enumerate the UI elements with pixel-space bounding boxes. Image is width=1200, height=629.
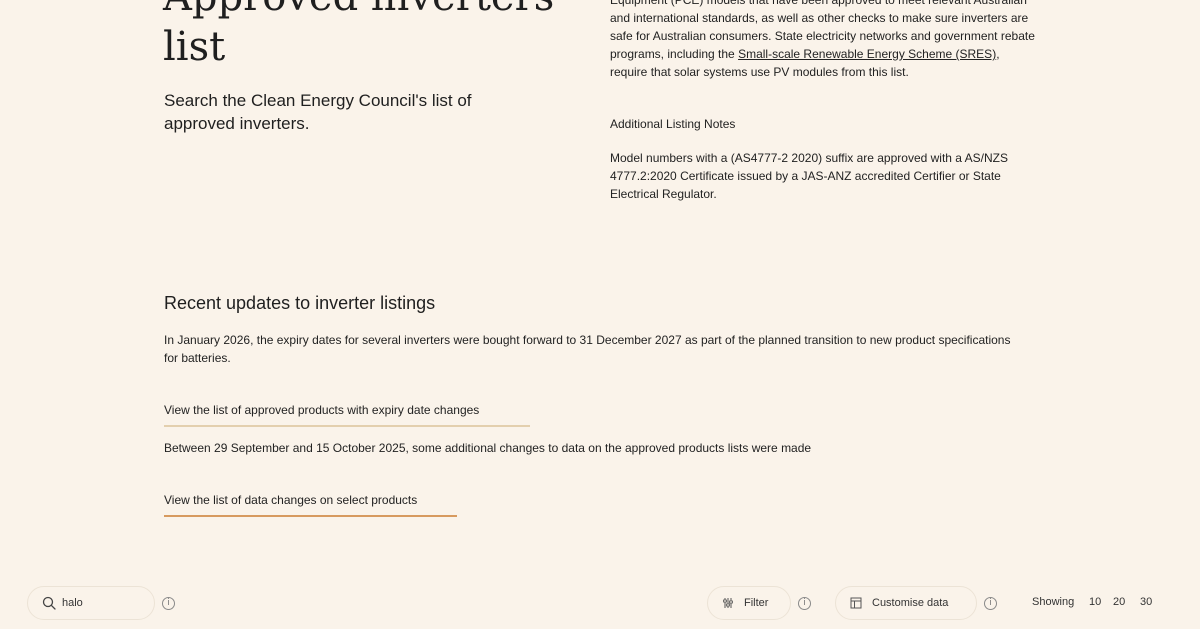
- notes-body: Model numbers with a (AS4777-2 2020) suf…: [610, 151, 1008, 201]
- search-icon: [42, 596, 56, 610]
- customise-info-icon[interactable]: i: [984, 597, 997, 610]
- intro-paragraph: Equipment (PCE) models that have been ap…: [610, 0, 1040, 81]
- filter-info-icon[interactable]: i: [798, 597, 811, 610]
- page-subtitle: Search the Clean Energy Council's list o…: [164, 91, 472, 133]
- expiry-changes-link[interactable]: View the list of approved products with …: [164, 402, 530, 427]
- customise-data-button[interactable]: Customise data: [835, 586, 977, 620]
- showing-label: Showing: [1032, 596, 1075, 608]
- search-info-icon[interactable]: i: [162, 597, 175, 610]
- page-title: Approved inverters list: [163, 0, 554, 70]
- search-box[interactable]: [27, 586, 155, 620]
- page-size-30[interactable]: 30: [1140, 596, 1152, 608]
- table-icon: [850, 597, 862, 609]
- filter-label: Filter: [744, 597, 769, 609]
- filter-icon: [723, 598, 733, 608]
- sres-link[interactable]: Small-scale Renewable Energy Scheme (SRE…: [738, 47, 996, 61]
- table-toolbar: i Filter i Customise data i Showing 10 2…: [0, 584, 1200, 624]
- data-changes-paragraph: Between 29 September and 15 October 2025…: [164, 441, 812, 455]
- filter-button[interactable]: Filter: [707, 586, 791, 620]
- page-size-10[interactable]: 10: [1089, 596, 1101, 608]
- page-size-20[interactable]: 20: [1113, 596, 1125, 608]
- customise-data-label: Customise data: [872, 597, 949, 609]
- notes-title: Additional Listing Notes: [610, 117, 736, 131]
- data-changes-link[interactable]: View the list of data changes on select …: [164, 492, 457, 517]
- updates-paragraph: In January 2026, the expiry dates for se…: [164, 333, 1011, 365]
- search-input[interactable]: [62, 597, 142, 609]
- intro-column: Equipment (PCE) models that have been ap…: [610, 0, 1040, 203]
- updates-heading: Recent updates to inverter listings: [164, 293, 436, 313]
